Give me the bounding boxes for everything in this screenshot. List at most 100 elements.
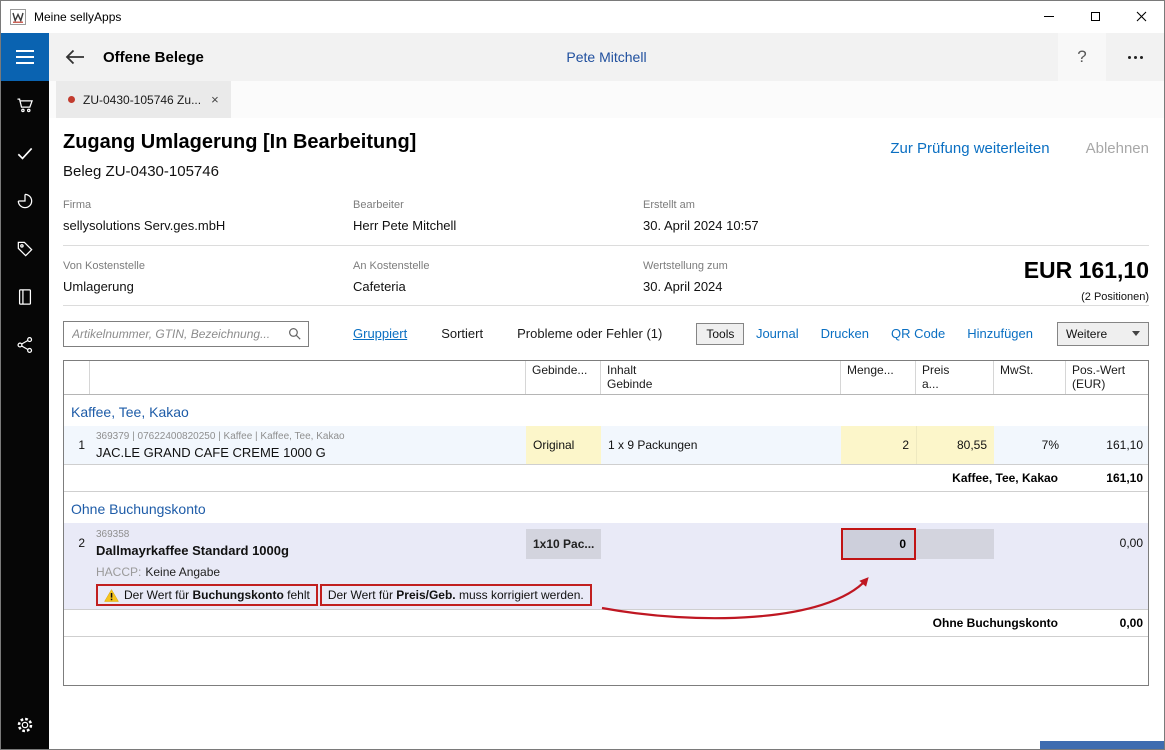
sidebar-item-cart[interactable] xyxy=(1,81,49,129)
table-header-row: Gebinde... InhaltGebinde Menge... Preisa… xyxy=(64,361,1148,395)
window-controls xyxy=(1026,1,1164,33)
article-cell: 369379 | 07622400820250 | Kaffee | Kaffe… xyxy=(90,426,526,464)
field-value: sellysolutions Serv.ges.mbH xyxy=(63,218,353,233)
qr-code-link[interactable]: QR Code xyxy=(891,326,945,341)
article-meta: 369358 xyxy=(96,529,526,540)
field-an-kostenstelle: An Kostenstelle Cafeteria xyxy=(353,260,643,294)
print-link[interactable]: Drucken xyxy=(821,326,869,341)
book-icon xyxy=(15,287,35,307)
subtotal-value: 161,10 xyxy=(1066,465,1150,491)
sidebar-item-journal[interactable] xyxy=(1,273,49,321)
field-value: Cafeteria xyxy=(353,279,643,294)
warning-triangle-icon xyxy=(104,589,119,602)
article-cell: 369358 Dallmayrkaffee Standard 1000g HAC… xyxy=(90,523,526,609)
cart-icon xyxy=(15,95,35,115)
field-bearbeiter: Bearbeiter Herr Pete Mitchell xyxy=(353,199,643,233)
user-name[interactable]: Pete Mitchell xyxy=(566,49,646,65)
forward-for-review-link[interactable]: Zur Prüfung weiterleiten xyxy=(890,140,1049,157)
back-arrow-icon xyxy=(65,49,85,65)
field-label: Bearbeiter xyxy=(353,199,643,211)
field-value: 30. April 2024 10:57 xyxy=(643,218,933,233)
field-label: Wertstellung zum xyxy=(643,260,933,272)
menu-icon xyxy=(16,50,34,52)
tools-button[interactable]: Tools xyxy=(696,323,744,345)
field-label: Von Kostenstelle xyxy=(63,260,353,272)
help-button[interactable]: ? xyxy=(1058,33,1106,81)
positions-count: (2 Positionen) xyxy=(1024,291,1149,303)
sidebar-item-articles[interactable] xyxy=(1,225,49,273)
poswert-cell: 161,10 xyxy=(1066,426,1150,464)
maximize-button[interactable] xyxy=(1072,1,1118,32)
column-header-gebinde: Gebinde... xyxy=(526,361,601,394)
gear-icon xyxy=(15,715,35,735)
tab-document[interactable]: ZU-0430-105746 Zu... × xyxy=(56,81,231,118)
table-row[interactable]: 1 369379 | 07622400820250 | Kaffee | Kaf… xyxy=(64,426,1148,464)
minimize-button[interactable] xyxy=(1026,1,1072,32)
reject-link[interactable]: Ablehnen xyxy=(1086,140,1149,157)
subtotal-label: Ohne Buchungskonto xyxy=(64,610,1066,636)
horizontal-scrollbar-thumb[interactable] xyxy=(1040,741,1164,749)
chevron-down-icon xyxy=(1132,331,1140,336)
main-content: Zugang Umlagerung [In Bearbeitung] Beleg… xyxy=(49,118,1164,749)
field-label: Firma xyxy=(63,199,353,211)
preis-cell[interactable]: 80,55 xyxy=(916,426,994,464)
total-amount: EUR 161,10 xyxy=(1024,257,1149,284)
menge-cell-error[interactable]: 0 xyxy=(841,528,916,560)
search-input[interactable] xyxy=(72,327,288,341)
sorted-toggle[interactable]: Sortiert xyxy=(441,326,483,341)
search-box[interactable] xyxy=(63,321,309,347)
positions-toolbar: Gruppiert Sortiert Probleme oder Fehler … xyxy=(63,320,1149,347)
subtotal-value: 0,00 xyxy=(1066,610,1150,636)
preis-cell-disabled xyxy=(916,529,994,559)
positions-table: Gebinde... InhaltGebinde Menge... Preisa… xyxy=(63,360,1149,686)
field-wertstellung: Wertstellung zum 30. April 2024 xyxy=(643,260,933,294)
share-icon xyxy=(15,335,35,355)
grouped-toggle[interactable]: Gruppiert xyxy=(353,326,407,341)
sidebar-item-settings[interactable] xyxy=(1,701,49,749)
tab-close-icon[interactable]: × xyxy=(211,92,219,107)
gebinde-cell[interactable]: Original xyxy=(526,426,601,464)
field-erstellt-am: Erstellt am 30. April 2024 10:57 xyxy=(643,199,933,233)
tab-bar: ZU-0430-105746 Zu... × xyxy=(49,81,1164,118)
column-header-mwst: MwSt. xyxy=(994,361,1066,394)
tag-icon xyxy=(15,239,35,259)
article-meta: 369379 | 07622400820250 | Kaffee | Kaffe… xyxy=(96,431,345,442)
minimize-icon xyxy=(1044,16,1054,17)
haccp-info: HACCP:Keine Angabe xyxy=(96,565,526,579)
hamburger-menu-button[interactable] xyxy=(1,33,49,81)
sidebar-item-network[interactable] xyxy=(1,321,49,369)
unsaved-indicator-dot xyxy=(68,96,75,103)
document-total: EUR 161,10 (2 Positionen) xyxy=(1024,257,1149,303)
article-name: JAC.LE GRAND CAFE CREME 1000 G xyxy=(96,445,326,460)
inhalt-cell: 1 x 9 Packungen xyxy=(601,426,841,464)
sidebar-item-tasks[interactable] xyxy=(1,129,49,177)
sidebar xyxy=(1,81,49,749)
problems-filter[interactable]: Probleme oder Fehler (1) xyxy=(517,326,662,341)
table-row[interactable]: 2 369358 Dallmayrkaffee Standard 1000g H… xyxy=(64,523,1148,609)
app-window: Meine sellyApps xyxy=(0,0,1165,750)
field-von-kostenstelle: Von Kostenstelle Umlagerung xyxy=(63,260,353,294)
more-actions-dropdown[interactable]: Weitere xyxy=(1057,322,1149,346)
back-button[interactable] xyxy=(65,49,93,65)
subtotal-label: Kaffee, Tee, Kakao xyxy=(64,465,1066,491)
close-button[interactable] xyxy=(1118,1,1164,32)
field-value: Herr Pete Mitchell xyxy=(353,218,643,233)
field-value: 30. April 2024 xyxy=(643,279,933,294)
gebinde-cell[interactable]: 1x10 Pac... xyxy=(526,529,601,559)
document-number: Beleg ZU-0430-105746 xyxy=(63,163,1149,180)
window-title: Meine sellyApps xyxy=(34,10,121,24)
checkmark-icon xyxy=(15,143,35,163)
more-actions-label: Weitere xyxy=(1066,327,1107,341)
sidebar-item-reports[interactable] xyxy=(1,177,49,225)
maximize-icon xyxy=(1091,12,1100,21)
more-options-button[interactable] xyxy=(1106,33,1164,81)
mwst-cell: 7% xyxy=(994,426,1066,464)
add-link[interactable]: Hinzufügen xyxy=(967,326,1033,341)
group-header-kaffee: Kaffee, Tee, Kakao xyxy=(64,395,1148,426)
titlebar: Meine sellyApps xyxy=(1,1,1164,33)
app-header: Offene Belege Pete Mitchell ? xyxy=(49,33,1164,81)
journal-link[interactable]: Journal xyxy=(756,326,799,341)
warning-buchungskonto: Der Wert für Buchungskonto fehlt xyxy=(96,584,318,606)
pie-chart-icon xyxy=(15,191,35,211)
menge-cell[interactable]: 2 xyxy=(841,426,916,464)
